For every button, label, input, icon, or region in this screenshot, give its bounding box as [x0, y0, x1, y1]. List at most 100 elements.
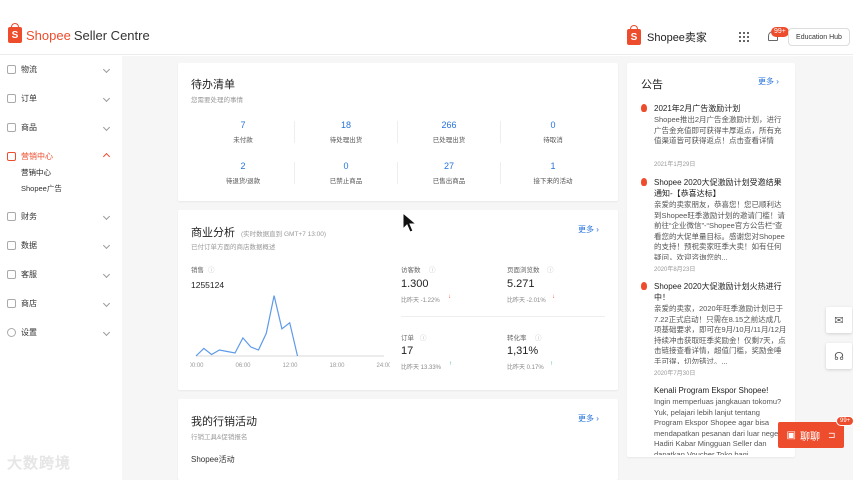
todo-item[interactable]: 7 未付款 [188, 120, 298, 144]
more-label: 更多 [578, 414, 594, 423]
marketing-title: 我的行销活动 [191, 416, 257, 428]
announcements-more-link[interactable]: 更多 › [758, 76, 779, 87]
sidebar-item-finance[interactable]: 财务 [0, 209, 122, 223]
sales-series-line [195, 295, 299, 357]
todo-item[interactable]: 27 已售出商品 [394, 161, 504, 185]
sidebar-item-label: 订单 [21, 93, 37, 103]
sidebar-item-marketing[interactable]: 营销中心 [0, 149, 122, 163]
divider [500, 121, 501, 143]
todo-label: 已处理出货 [432, 137, 466, 144]
analytics-title: 商业分析 [191, 227, 235, 239]
todo-item[interactable]: 0 待取消 [498, 120, 608, 144]
todo-label: 待取消 [543, 137, 563, 144]
x-tick-labels: 00:00 06:00 12:00 18:00 24:00 [190, 363, 390, 369]
announcement-body: 亲爱的卖家，2020年旺季激励计划已于7.22正式启动！只需在8.15之前达成几… [654, 304, 787, 364]
marketing-more-link[interactable]: 更多 › [578, 413, 599, 424]
todo-item[interactable]: 18 待处理出货 [291, 120, 401, 144]
shopee-bag-icon: S [8, 23, 22, 43]
todo-item[interactable]: 1 接下来的活动 [498, 161, 608, 185]
todo-label: 待处理出货 [329, 137, 363, 144]
announcement-date: 2020年8月23日 [654, 267, 696, 273]
conversion-compare: 比昨天 0.17% [507, 365, 544, 371]
box-icon [7, 122, 16, 132]
todo-count: 0 [343, 161, 349, 171]
announcement-title[interactable]: Shopee 2020大促激励计划受邀结果通知-【恭喜达标】 [654, 177, 788, 199]
brand-name: Shopee [26, 27, 71, 43]
todo-item[interactable]: 266 已处理出货 [394, 120, 504, 144]
x-tick-label: 06:00 [235, 363, 251, 369]
divider [294, 121, 295, 143]
sidebar-subitem-shopee-ads[interactable]: Shopee广告 [21, 183, 62, 194]
gear-icon [7, 327, 16, 337]
divider [401, 316, 605, 317]
sidebar-item-label: 营销中心 [21, 151, 53, 161]
sidebar-item-customer-service[interactable]: 客服 [0, 267, 122, 281]
chat-button[interactable]: ▣ 聊聊 ⊐ [778, 422, 844, 448]
sidebar-item-label: 财务 [21, 211, 37, 221]
shopee-logo[interactable]: S Shopee Seller Centre [8, 23, 150, 43]
sidebar-item-settings[interactable]: 设置 [0, 325, 122, 339]
x-tick-label: 12:00 [282, 363, 298, 369]
education-hub-button[interactable]: Education Hub [788, 28, 850, 46]
chevron-down-icon [102, 270, 111, 278]
chat-expand-icon: ⊐ [827, 429, 836, 440]
visitors-compare: 比昨天 -1.22% [401, 298, 440, 304]
divider [397, 162, 398, 184]
fire-icon [641, 104, 647, 112]
chat-bubble-icon: ▣ [786, 429, 796, 441]
pageviews-label: 页面浏览数 [507, 267, 540, 274]
announcement-title[interactable]: 2021年2月广告激励计划 [654, 103, 786, 114]
mail-icon[interactable]: ✉ [826, 307, 852, 333]
todo-label: 已售出商品 [432, 178, 466, 185]
orders-value: 17 [401, 345, 414, 357]
mouse-cursor-icon [402, 212, 418, 233]
analytics-more-link[interactable]: 更多 › [578, 224, 599, 235]
todo-count: 266 [441, 120, 457, 130]
todo-count: 7 [240, 120, 246, 130]
chevron-down-icon [102, 94, 111, 102]
chevron-down-icon [102, 299, 111, 307]
x-tick-label: 18:00 [329, 363, 345, 369]
conversion-label: 转化率 [507, 335, 527, 342]
analytics-subtitle: 已付订单方面的商店数据概述 [191, 244, 276, 251]
headset-icon[interactable]: ☊ [826, 343, 852, 369]
fire-icon [641, 282, 647, 290]
marketing-subtitle: 行销工具&促销报名 [191, 434, 248, 441]
announcement-title[interactable]: Kenali Program Ekspor Shopee! [654, 385, 788, 396]
chat-label: 聊聊 [799, 431, 820, 443]
todo-count: 1 [550, 161, 556, 171]
divider [500, 162, 501, 184]
seller-app-link[interactable]: S Shopee卖家 [627, 25, 707, 45]
sidebar-item-shop[interactable]: 商店 [0, 296, 122, 310]
sales-label: 销售 [191, 267, 204, 274]
marketing-row[interactable]: Shopee活动 [191, 454, 235, 465]
top-bar: S Shopee Seller Centre S Shopee卖家 99+ Ed… [0, 0, 853, 55]
store-icon [7, 298, 16, 308]
arrow-down-icon: ↓ [552, 294, 555, 300]
sidebar-item-data[interactable]: 数据 [0, 238, 122, 252]
app-title: Seller Centre [73, 27, 150, 43]
apps-grid-icon[interactable] [739, 32, 749, 42]
todo-item[interactable]: 0 已禁止商品 [291, 161, 401, 185]
sidebar-item-shipping[interactable]: 物流 [0, 62, 122, 76]
sidebar-item-orders[interactable]: 订单 [0, 91, 122, 105]
todo-count: 18 [340, 120, 351, 130]
chevron-up-icon [102, 152, 111, 160]
shopee-bag-icon: S [627, 25, 641, 45]
sidebar-item-products[interactable]: 商品 [0, 120, 122, 134]
orders-label: 订单 [401, 335, 414, 342]
x-tick-label: 24:00 [376, 363, 390, 369]
arrow-up-icon: ↑ [449, 361, 452, 367]
todo-item[interactable]: 2 待退货/退款 [188, 161, 298, 185]
todo-count: 2 [240, 161, 246, 171]
announcement-date: 2021年1月29日 [654, 162, 696, 168]
tag-icon [7, 151, 16, 161]
chevron-down-icon [102, 328, 111, 336]
chevron-down-icon [102, 212, 111, 220]
todo-label: 接下来的活动 [533, 178, 573, 185]
truck-icon [7, 64, 16, 74]
sidebar-subitem-marketing-centre[interactable]: 营销中心 [21, 167, 51, 178]
wallet-icon [7, 211, 16, 221]
sidebar: 物流 订单 商品 营销中心 营销中心 Shopee广告 财务 数据 客服 商店 [0, 56, 122, 480]
announcement-title[interactable]: Shopee 2020大促激励计划火热进行中！ [654, 281, 788, 303]
